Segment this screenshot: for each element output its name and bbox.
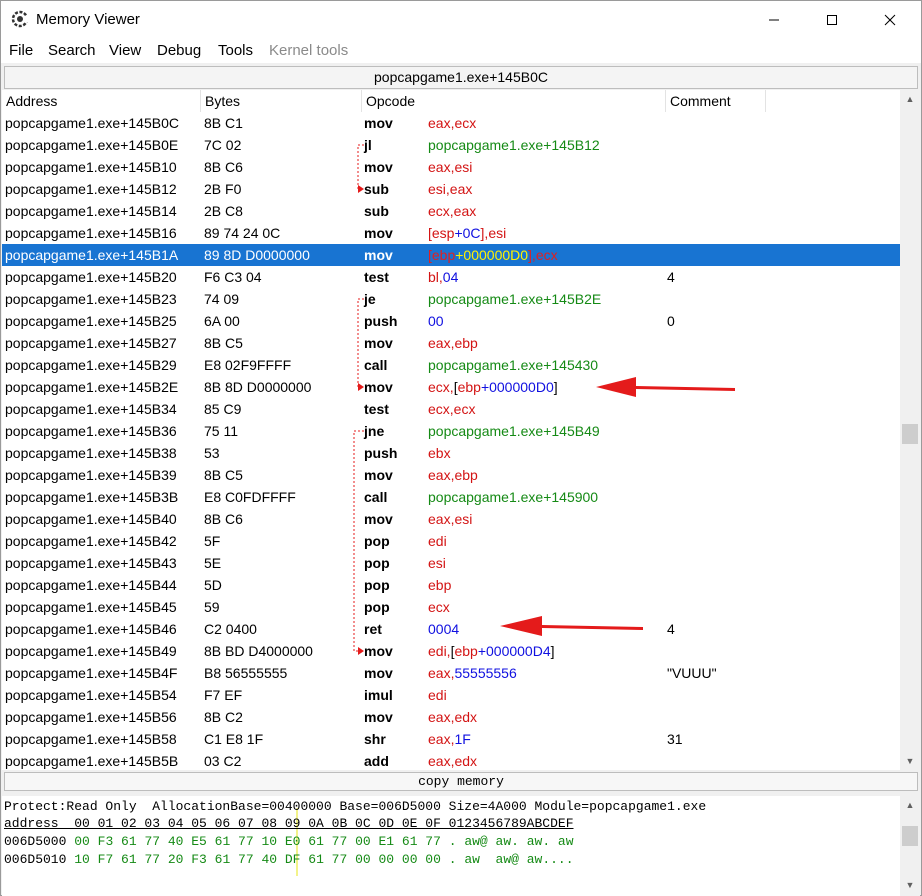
close-button[interactable]: [867, 1, 913, 39]
maximize-button[interactable]: [809, 1, 855, 39]
hex-line[interactable]: 006D5000 00 F3 61 77 40 E5 61 77 10 E0 6…: [4, 834, 574, 850]
window-title: Memory Viewer: [36, 11, 140, 28]
jump-arrowhead: [358, 185, 364, 193]
menu-bar: File Search View Debug Tools Kernel tool…: [1, 39, 921, 63]
jump-line-jne: [353, 430, 364, 652]
hex-line-ascii: . aw aw@ aw....: [448, 852, 574, 867]
hex-header: address 00 01 02 03 04 05 06 07 08 09 0A…: [4, 816, 574, 831]
menu-view[interactable]: View: [109, 42, 141, 60]
close-icon: [884, 14, 896, 26]
disassembler-view[interactable]: Address Bytes Opcode Comment popcapgame1…: [2, 90, 900, 770]
annotation-arrows: [500, 377, 735, 636]
hex-scrollbar[interactable]: ▲ ▼: [900, 796, 920, 896]
menu-kernel-tools[interactable]: Kernel tools: [269, 42, 348, 60]
jump-lines: [353, 144, 364, 652]
annotation-layer: [353, 144, 735, 655]
hex-line-address: 006D5000: [4, 834, 67, 849]
hex-scroll-up-icon[interactable]: ▲: [900, 796, 920, 814]
hex-line-ascii: . aw@ aw. aw. aw: [448, 834, 574, 849]
menu-debug[interactable]: Debug: [157, 42, 201, 60]
current-address-bar[interactable]: popcapgame1.exe+145B0C: [4, 66, 918, 89]
maximize-icon: [827, 15, 837, 25]
jump-arrowheads: [358, 185, 364, 655]
annotation-arrow-1: [596, 377, 735, 397]
menu-file[interactable]: File: [9, 42, 33, 60]
hex-view[interactable]: Protect:Read Only AllocationBase=0040000…: [2, 796, 900, 896]
menu-tools[interactable]: Tools: [218, 42, 253, 60]
menu-search[interactable]: Search: [48, 42, 96, 60]
scroll-thumb[interactable]: [902, 424, 918, 444]
hex-line-bytes: 00 F3 61 77 40 E5 61 77 10 E0 61 77 00 E…: [74, 834, 441, 849]
hex-scroll-thumb[interactable]: [902, 826, 918, 846]
scroll-up-icon[interactable]: ▲: [900, 90, 920, 108]
copy-memory-bar[interactable]: copy memory: [4, 772, 918, 791]
jump-line-jl: [357, 144, 364, 190]
jump-arrowhead: [358, 383, 364, 391]
hex-line-address: 006D5010: [4, 852, 67, 867]
minimize-button[interactable]: [751, 1, 797, 39]
annotation-arrow-2: [500, 616, 643, 636]
hex-line[interactable]: 006D5010 10 F7 61 77 20 F3 61 77 40 DF 6…: [4, 852, 574, 868]
jump-arrowhead: [358, 647, 364, 655]
scroll-down-icon[interactable]: ▼: [900, 752, 920, 770]
title-bar: Memory Viewer: [1, 1, 921, 39]
jump-line-je: [357, 298, 364, 388]
minimize-icon: [769, 19, 779, 21]
cheat-engine-icon: [11, 10, 29, 28]
hex-scroll-down-icon[interactable]: ▼: [900, 876, 920, 894]
memory-viewer-window: Memory Viewer File Search View Debug Too…: [0, 0, 922, 896]
memory-info-line: Protect:Read Only AllocationBase=0040000…: [4, 799, 707, 814]
disassembler-scrollbar[interactable]: ▲ ▼: [900, 90, 920, 770]
hex-line-bytes: 10 F7 61 77 20 F3 61 77 40 DF 61 77 00 0…: [74, 852, 441, 867]
